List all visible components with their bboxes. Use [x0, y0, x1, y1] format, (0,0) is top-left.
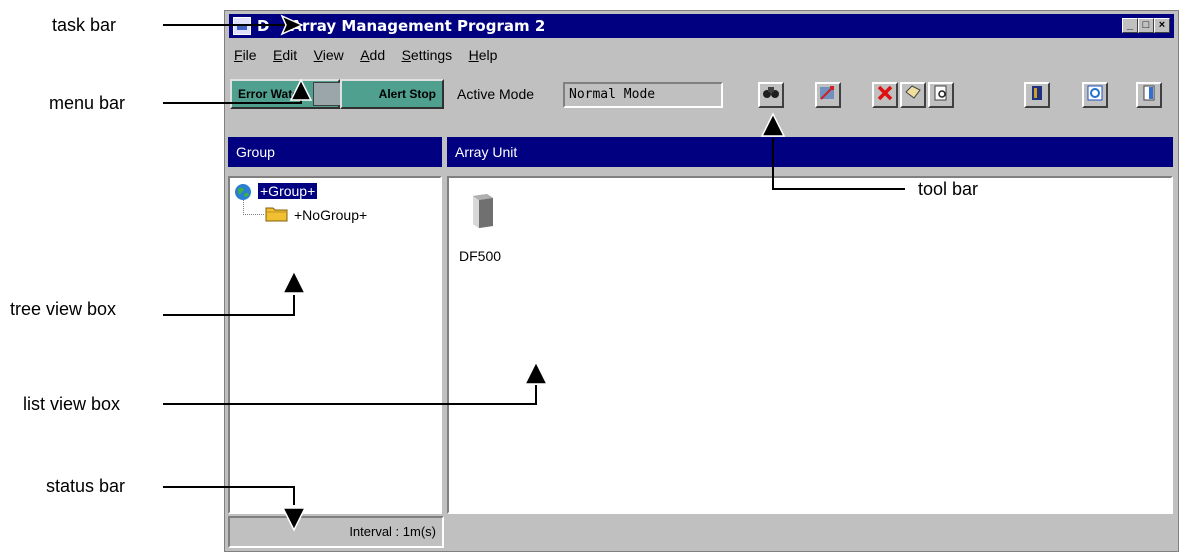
tree-connector: [243, 200, 264, 215]
tag-icon[interactable]: [900, 82, 926, 108]
binoculars-icon[interactable]: [758, 82, 784, 108]
globe-icon: [235, 184, 251, 200]
transfer-icon[interactable]: [815, 82, 841, 108]
menu-view[interactable]: View: [314, 47, 344, 63]
inspect-icon[interactable]: [928, 82, 954, 108]
title-bar[interactable]: D Array Management Program 2 _ □ ×: [229, 14, 1174, 38]
list-view[interactable]: DF500: [447, 176, 1173, 514]
annotation-menu-bar: menu bar: [49, 93, 126, 113]
menu-file[interactable]: File: [234, 47, 257, 63]
tree-view[interactable]: +Group+ +NoGroup+: [228, 176, 442, 514]
storage-array-icon: [473, 194, 493, 228]
menu-help[interactable]: Help: [469, 47, 498, 63]
menu-bar: File Edit View Add Settings Help: [234, 47, 509, 69]
menu-add[interactable]: Add: [360, 47, 385, 63]
delete-icon[interactable]: [872, 82, 898, 108]
active-mode-label: Active Mode: [457, 86, 535, 102]
status-bar: Interval : 1m(s): [228, 516, 444, 548]
menu-edit[interactable]: Edit: [273, 47, 297, 63]
group-panel-header: Group: [228, 137, 442, 167]
refresh-icon[interactable]: [1082, 82, 1108, 108]
tree-node-group[interactable]: +Group+: [258, 183, 318, 199]
active-mode-field: Normal Mode: [563, 82, 723, 108]
close-button[interactable]: ×: [1154, 18, 1170, 33]
list-item-label: DF500: [459, 248, 502, 264]
folder-icon: [265, 207, 288, 222]
window-title: D Array Management Program 2: [257, 17, 546, 35]
annotation-status-bar: status bar: [46, 476, 126, 496]
maximize-button[interactable]: □: [1138, 18, 1154, 33]
menu-settings[interactable]: Settings: [402, 47, 453, 63]
annotation-tool-bar: tool bar: [918, 179, 979, 199]
array-icon[interactable]: [1024, 82, 1050, 108]
list-item[interactable]: DF500: [459, 184, 502, 264]
array-unit-panel-header: Array Unit: [447, 137, 1173, 167]
annotation-tree-view-box: tree view box: [10, 299, 117, 319]
annotation-task-bar: task bar: [52, 15, 117, 35]
tree-node-nogroup[interactable]: +NoGroup+: [294, 207, 367, 223]
exit-icon[interactable]: [1136, 82, 1162, 108]
minimize-button[interactable]: _: [1122, 18, 1138, 33]
app-icon[interactable]: [233, 17, 251, 35]
annotation-list-view-box: list view box: [23, 394, 121, 414]
alert-stop-button[interactable]: Alert Stop: [340, 79, 444, 109]
